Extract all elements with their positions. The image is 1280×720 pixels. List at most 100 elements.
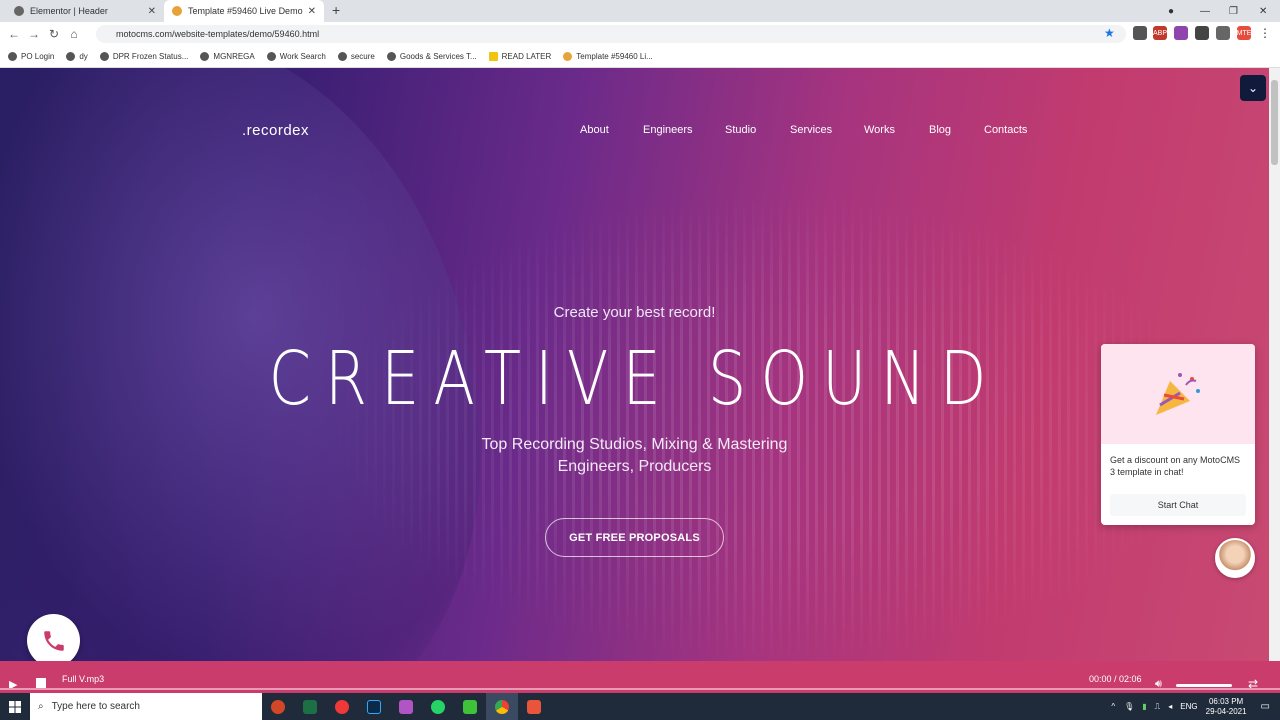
vivaldi-icon[interactable] <box>326 693 358 720</box>
nav-contacts[interactable]: Contacts <box>984 124 1027 136</box>
bookmark-label: Work Search <box>279 52 326 61</box>
notification-icon[interactable]: ▭ <box>1261 701 1270 712</box>
website-hero: .recordex About Engineers Studio Service… <box>0 68 1269 661</box>
tray-chevron-icon[interactable]: ^ <box>1111 702 1115 711</box>
url-field[interactable]: motocms.com/website-templates/demo/59460… <box>96 25 1126 43</box>
chevron-down-icon[interactable]: ⌄ <box>1240 75 1266 101</box>
minimize-icon[interactable]: — <box>1200 0 1210 22</box>
camtasia-icon[interactable] <box>454 693 486 720</box>
page-icon <box>200 52 210 61</box>
pen-extension-icon[interactable] <box>1174 26 1188 40</box>
url-text: motocms.com/website-templates/demo/59460… <box>116 29 320 39</box>
bookmark-label: Template #59460 Li... <box>576 52 653 61</box>
cast-icon[interactable] <box>1195 26 1209 40</box>
track-time: 00:00 / 02:06 <box>1089 674 1142 684</box>
back-icon[interactable]: ← <box>4 27 24 41</box>
nav-engineers[interactable]: Engineers <box>643 124 693 136</box>
bookmark-label: dy <box>79 52 88 61</box>
close-window-icon[interactable]: ✕ <box>1259 0 1267 22</box>
hero-subtitle-line: Top Recording Studios, Mixing & Masterin… <box>481 436 788 453</box>
globe-icon <box>14 6 24 16</box>
site-logo[interactable]: .recordex <box>242 122 309 139</box>
tab-template-demo[interactable]: Template #59460 Live Demo | M ✕ <box>164 0 324 22</box>
globe-icon <box>337 52 347 61</box>
hero-tagline: Create your best record! <box>553 304 716 321</box>
bookmark-label: secure <box>350 52 375 61</box>
bookmark-label: PO Login <box>21 52 55 61</box>
puzzle-icon[interactable] <box>1216 26 1230 40</box>
party-popper-icon <box>1156 373 1200 415</box>
bookmark-item[interactable]: Work Search <box>266 52 326 61</box>
adblock-icon[interactable]: ABP <box>1153 26 1167 40</box>
windows-logo-icon <box>9 700 21 713</box>
bookmark-item[interactable]: MGNREGA <box>200 52 255 61</box>
chrome-icon[interactable] <box>486 693 518 720</box>
clock[interactable]: 06:03 PM 29-04-2021 <box>1206 697 1247 717</box>
home-icon[interactable]: ⌂ <box>64 27 84 41</box>
bookmark-item[interactable]: READ LATER <box>488 52 551 61</box>
phone-icon <box>43 630 64 651</box>
motocms-favicon-icon <box>172 6 182 16</box>
nav-about[interactable]: About <box>580 124 609 136</box>
excel-icon[interactable] <box>294 693 326 720</box>
bookmark-item[interactable]: PO Login <box>8 52 54 61</box>
new-tab-button[interactable]: + <box>332 2 340 18</box>
taskbar-search[interactable]: ⌕ Type here to search <box>30 693 262 720</box>
windows-start-icon[interactable] <box>0 693 30 720</box>
start-chat-button[interactable]: Start Chat <box>1110 494 1246 516</box>
hero-soundwave-bars <box>320 188 1220 661</box>
bookmark-label: MGNREGA <box>213 52 255 61</box>
forward-icon[interactable]: → <box>24 27 44 41</box>
bookmark-item[interactable]: dy <box>66 52 88 61</box>
taskbar-search-placeholder: Type here to search <box>51 701 140 712</box>
extension-icon[interactable] <box>1133 26 1147 40</box>
close-tab-icon[interactable]: ✕ <box>308 6 316 17</box>
scrollbar-thumb[interactable] <box>1271 80 1278 165</box>
get-proposals-button[interactable]: GET FREE PROPOSALS <box>545 518 724 557</box>
tab-search-icon[interactable]: ● <box>1168 0 1174 22</box>
bookmark-item[interactable]: Goods & Services T... <box>386 52 477 61</box>
nav-works[interactable]: Works <box>864 124 895 136</box>
bookmark-star-icon[interactable]: ★ <box>1104 26 1115 40</box>
volume-slider[interactable] <box>1176 684 1232 687</box>
microphone-icon[interactable]: 🎙︎ <box>1124 702 1134 711</box>
language-indicator[interactable]: ENG <box>1180 702 1197 711</box>
track-name: Full V.mp3 <box>62 674 105 684</box>
address-bar-row: ← → ↻ ⌂ motocms.com/website-templates/de… <box>0 22 1280 46</box>
audio-player: ▶ Full V.mp3 00:00 / 02:06 🔊︎ ⇄ <box>0 661 1280 693</box>
network-icon[interactable]: ⎍ <box>1155 702 1161 712</box>
bookmark-item[interactable]: Template #59460 Li... <box>563 52 653 61</box>
phone-call-button[interactable] <box>27 614 80 661</box>
page-icon <box>66 52 76 61</box>
screen-recorder-icon[interactable] <box>518 693 550 720</box>
onenote-icon[interactable] <box>390 693 422 720</box>
stop-icon[interactable] <box>36 678 46 688</box>
photoshop-icon[interactable] <box>358 693 390 720</box>
nav-blog[interactable]: Blog <box>929 124 951 136</box>
powerpoint-icon[interactable] <box>262 693 294 720</box>
menu-dots-icon[interactable]: ⋮ <box>1258 26 1272 40</box>
chat-card-banner <box>1101 344 1255 444</box>
speaker-icon[interactable]: ◂ <box>1168 702 1172 711</box>
motocms-favicon-icon <box>563 52 573 61</box>
hero-subtitle: Top Recording Studios, Mixing & Masterin… <box>0 434 1269 478</box>
mte-extension-icon[interactable]: MTE <box>1237 26 1251 40</box>
restore-icon[interactable]: ❐ <box>1229 0 1238 22</box>
reload-icon[interactable]: ↻ <box>44 27 64 41</box>
nav-services[interactable]: Services <box>790 124 832 136</box>
page-scrollbar[interactable] <box>1269 68 1280 661</box>
tab-elementor[interactable]: Elementor | Header ✕ <box>6 0 164 22</box>
clock-date: 29-04-2021 <box>1205 706 1247 716</box>
chat-agent-avatar[interactable] <box>1215 538 1255 578</box>
chat-promo-card: Get a discount on any MotoCMS 3 template… <box>1101 344 1255 525</box>
progress-track[interactable] <box>0 688 1280 690</box>
bookmark-label: Goods & Services T... <box>399 52 477 61</box>
battery-icon[interactable]: ▮ <box>1142 702 1146 711</box>
bookmark-item[interactable]: secure <box>337 52 375 61</box>
folder-icon <box>488 52 498 61</box>
close-tab-icon[interactable]: ✕ <box>148 6 156 17</box>
bookmarks-bar: PO Login dy DPR Frozen Status... MGNREGA… <box>0 46 1280 68</box>
bookmark-item[interactable]: DPR Frozen Status... <box>99 52 188 61</box>
nav-studio[interactable]: Studio <box>725 124 756 136</box>
whatsapp-icon[interactable] <box>422 693 454 720</box>
